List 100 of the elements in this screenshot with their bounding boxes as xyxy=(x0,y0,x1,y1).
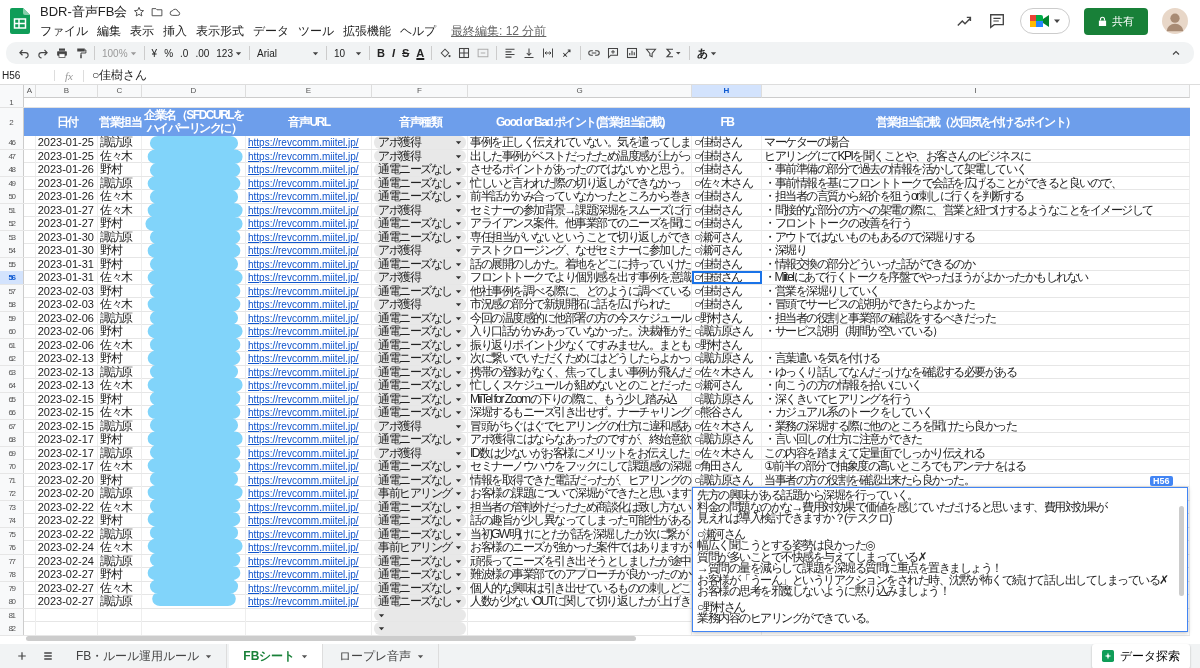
row-number[interactable]: 50 xyxy=(0,190,24,203)
column-header[interactable]: G xyxy=(468,85,692,98)
url-link[interactable]: https://revcomm.miitel.jp/ xyxy=(248,203,359,217)
url-link[interactable]: https://revcomm.miitel.jp/ xyxy=(248,581,359,595)
row-number[interactable]: 72 xyxy=(0,487,24,500)
row-number[interactable]: 62 xyxy=(0,352,24,365)
url-link[interactable]: https://revcomm.miitel.jp/ xyxy=(248,500,359,514)
sheets-logo-icon[interactable] xyxy=(10,8,30,34)
menu-item[interactable]: 表示 xyxy=(130,22,154,40)
italic-button[interactable]: I xyxy=(391,47,395,59)
url-link[interactable]: https://revcomm.miitel.jp/ xyxy=(248,176,359,190)
menu-item[interactable]: 挿入 xyxy=(163,22,187,40)
url-link[interactable]: https://revcomm.miitel.jp/ xyxy=(248,419,359,433)
row-number[interactable]: 64 xyxy=(0,379,24,392)
status-dropdown[interactable]: 通電ニーズなし xyxy=(374,460,466,473)
row-number[interactable]: 74 xyxy=(0,514,24,527)
url-link[interactable]: https://revcomm.miitel.jp/ xyxy=(248,163,359,176)
bold-button[interactable]: B xyxy=(377,47,385,59)
menu-item[interactable]: ファイル xyxy=(40,22,88,40)
status-dropdown[interactable]: アポ獲得 xyxy=(374,244,466,257)
chart-icon[interactable] xyxy=(626,47,639,59)
cell-reference-field[interactable]: H56 xyxy=(0,70,55,81)
document-title[interactable]: BDR-音声FB会 xyxy=(40,2,128,21)
url-link[interactable]: https://revcomm.miitel.jp/ xyxy=(248,325,359,338)
row-number[interactable]: 76 xyxy=(0,541,24,554)
font-size-select[interactable]: 10 xyxy=(334,47,362,59)
column-header[interactable]: H xyxy=(692,85,762,98)
column-header[interactable]: C xyxy=(98,85,142,98)
row-number[interactable]: 58 xyxy=(0,298,24,311)
explore-button[interactable]: データ探索 xyxy=(1092,643,1190,668)
url-link[interactable]: https://revcomm.miitel.jp/ xyxy=(248,433,359,446)
row-number[interactable]: 80 xyxy=(0,595,24,608)
status-dropdown[interactable]: 事前ヒアリング xyxy=(374,541,466,554)
row-number[interactable]: 48 xyxy=(0,163,24,176)
align-icon[interactable] xyxy=(504,47,517,59)
filter-icon[interactable] xyxy=(645,47,658,59)
url-link[interactable]: https://revcomm.miitel.jp/ xyxy=(248,595,359,608)
row-number[interactable]: 82 xyxy=(0,622,24,635)
sheet-tab[interactable]: FBシート xyxy=(229,644,324,668)
column-header[interactable]: A xyxy=(24,85,36,98)
url-link[interactable]: https://revcomm.miitel.jp/ xyxy=(248,190,359,203)
status-dropdown[interactable]: 通電ニーズなし xyxy=(374,217,466,230)
status-dropdown[interactable]: 通電ニーズなし xyxy=(374,352,466,365)
paint-format-icon[interactable] xyxy=(75,47,87,59)
status-dropdown[interactable]: 通電ニーズなし xyxy=(374,433,466,446)
text-rotation-icon[interactable] xyxy=(561,47,574,59)
url-link[interactable]: https://revcomm.miitel.jp/ xyxy=(248,257,359,271)
comment-add-icon[interactable] xyxy=(607,47,620,59)
wrap-icon[interactable] xyxy=(542,47,555,59)
row-number[interactable]: 78 xyxy=(0,568,24,581)
url-link[interactable]: https://revcomm.miitel.jp/ xyxy=(248,460,359,473)
fill-color-icon[interactable] xyxy=(439,47,452,59)
column-header[interactable]: I xyxy=(762,85,1190,98)
url-link[interactable]: https://revcomm.miitel.jp/ xyxy=(248,406,359,419)
status-dropdown[interactable]: 通電ニーズなし xyxy=(374,514,466,527)
status-dropdown[interactable]: 通電ニーズなし xyxy=(374,379,466,392)
url-link[interactable]: https://revcomm.miitel.jp/ xyxy=(248,392,359,406)
url-link[interactable]: https://revcomm.miitel.jp/ xyxy=(248,217,359,230)
column-header[interactable]: B xyxy=(36,85,98,98)
print-icon[interactable] xyxy=(56,47,68,59)
row-number[interactable]: 70 xyxy=(0,460,24,473)
url-link[interactable]: https://revcomm.miitel.jp/ xyxy=(248,244,359,257)
row-number[interactable]: 66 xyxy=(0,406,24,419)
status-dropdown[interactable]: アポ獲得 xyxy=(374,136,466,149)
column-header[interactable]: D xyxy=(142,85,246,98)
row-number[interactable]: 1 xyxy=(0,97,24,107)
cell-editor[interactable] xyxy=(692,487,1188,632)
status-dropdown[interactable]: 通電ニーズなし xyxy=(374,406,466,419)
status-dropdown[interactable]: アポ獲得 xyxy=(374,271,466,284)
status-dropdown[interactable]: アポ獲得 xyxy=(374,298,466,311)
row-number[interactable]: 56 xyxy=(0,271,24,284)
url-link[interactable]: https://revcomm.miitel.jp/ xyxy=(248,284,359,298)
url-link[interactable]: https://revcomm.miitel.jp/ xyxy=(248,271,359,284)
status-dropdown[interactable]: 通電ニーズなし xyxy=(374,190,466,203)
menu-item[interactable]: ヘルプ xyxy=(400,22,436,40)
row-number[interactable]: 60 xyxy=(0,325,24,338)
url-link[interactable]: https://revcomm.miitel.jp/ xyxy=(248,554,359,568)
folder-icon[interactable] xyxy=(151,5,164,18)
currency-format-button[interactable]: ¥ xyxy=(151,47,158,59)
text-color-button[interactable]: A xyxy=(416,47,425,59)
url-link[interactable]: https://revcomm.miitel.jp/ xyxy=(248,352,359,365)
status-dropdown[interactable]: 通電ニーズなし xyxy=(374,163,466,176)
row-number[interactable]: 54 xyxy=(0,244,24,257)
status-dropdown[interactable]: 通電ニーズなし xyxy=(374,325,466,338)
menu-item[interactable]: 表示形式 xyxy=(196,22,244,40)
decrease-decimal-button[interactable]: .0 xyxy=(180,47,189,59)
url-link[interactable]: https://revcomm.miitel.jp/ xyxy=(248,338,359,352)
column-header[interactable]: F xyxy=(372,85,468,98)
increase-decimal-button[interactable]: .00 xyxy=(195,47,210,59)
column-header[interactable]: E xyxy=(246,85,372,98)
borders-icon[interactable] xyxy=(458,47,471,59)
undo-icon[interactable] xyxy=(18,47,30,59)
url-link[interactable]: https://revcomm.miitel.jp/ xyxy=(248,136,359,149)
sheet-tab[interactable]: ロープレ音声 xyxy=(325,644,440,668)
url-link[interactable]: https://revcomm.miitel.jp/ xyxy=(248,311,359,325)
sigma-icon[interactable] xyxy=(664,47,683,59)
url-link[interactable]: https://revcomm.miitel.jp/ xyxy=(248,527,359,541)
status-dropdown[interactable]: 通電ニーズなし xyxy=(374,568,466,581)
share-button[interactable]: 共有 xyxy=(1084,7,1148,35)
url-link[interactable]: https://revcomm.miitel.jp/ xyxy=(248,379,359,392)
